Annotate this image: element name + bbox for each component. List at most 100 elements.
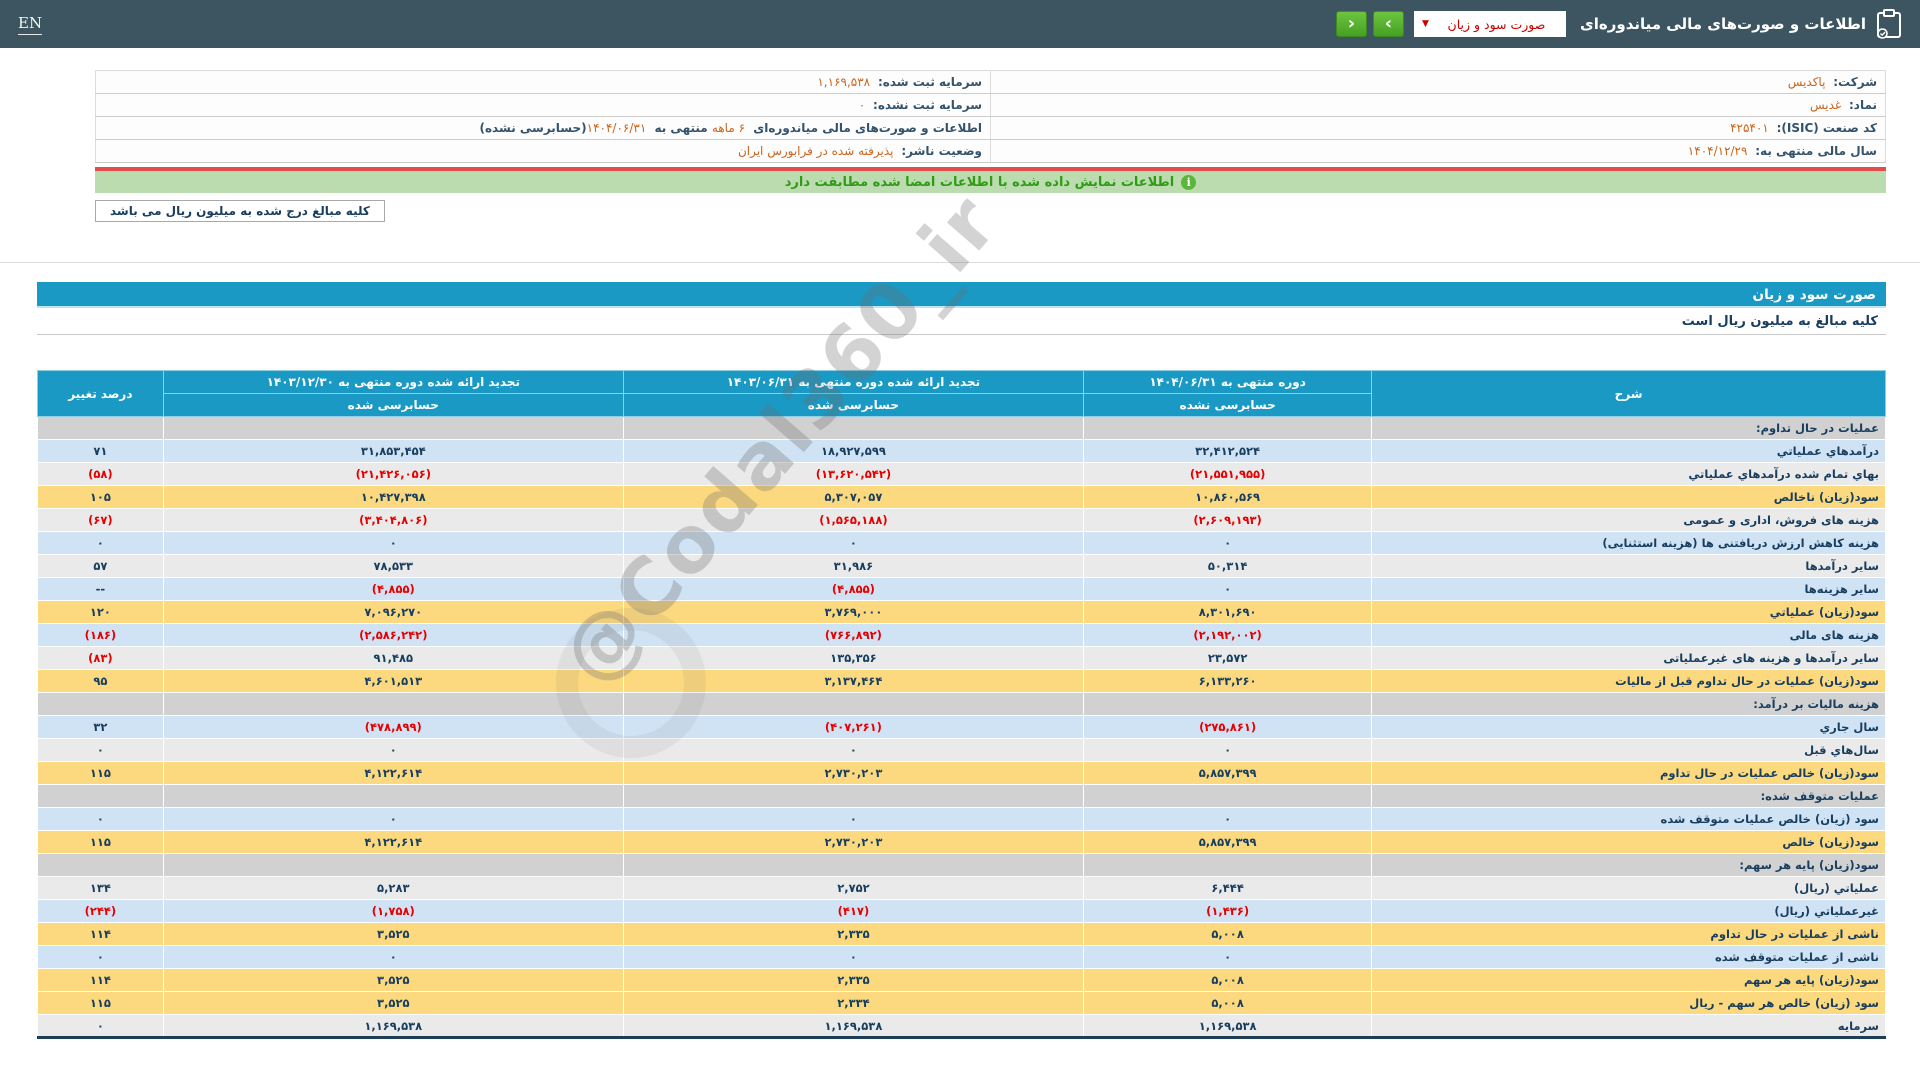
row-value: (۲۷۵,۸۶۱): [1083, 716, 1371, 739]
unregistered-capital-label: سرمایه ثبت نشده:: [873, 98, 982, 112]
page: اطلاعات و صورت‌های مالی میاندوره‌ای صورت…: [0, 0, 1920, 1080]
row-percent: ۰: [38, 946, 164, 969]
statement-unit-note: کلیه مبالغ به میلیون ریال است: [37, 308, 1886, 335]
table-row: سال مالی منتهی به: ۱۴۰۴/۱۲/۲۹ وضعیت ناشر…: [96, 140, 1886, 163]
subheader-audited-1: حسابرسی شده: [623, 394, 1083, 417]
row-label: سرمایه: [1372, 1015, 1886, 1038]
header-percent-change: درصد تغییر: [38, 371, 164, 417]
row-percent: ۱۱۵: [38, 992, 164, 1015]
row-value: ۰: [163, 739, 623, 762]
table-row: کد صنعت (ISIC): ۴۲۵۴۰۱ اطلاعات و صورت‌ها…: [96, 117, 1886, 140]
top-header-bar: اطلاعات و صورت‌های مالی میاندوره‌ای صورت…: [0, 0, 1920, 48]
row-value: (۲,۱۹۲,۰۰۲): [1083, 624, 1371, 647]
row-value: [163, 854, 623, 877]
fiscal-year-label: سال مالی منتهی به:: [1755, 144, 1877, 158]
section-divider: [0, 262, 1920, 263]
row-value: ۱۰,۴۲۷,۳۹۸: [163, 486, 623, 509]
row-value: (۴,۸۵۵): [623, 578, 1083, 601]
table-row: ناشی از عملیات متوقف شده۰۰۰۰: [38, 946, 1886, 969]
row-value: [623, 854, 1083, 877]
row-value: ۳۲,۴۱۲,۵۲۴: [1083, 440, 1371, 463]
row-label: عملیات در حال تداوم:: [1372, 417, 1886, 440]
row-percent: ۰: [38, 808, 164, 831]
header-current-period: دوره منتهی به ۱۴۰۴/۰۶/۳۱: [1083, 371, 1371, 394]
row-label: هزینه کاهش ارزش دریافتنی ها (هزینه استثن…: [1372, 532, 1886, 555]
period-date: ۱۴۰۴/۰۶/۳۱: [587, 121, 651, 135]
issuer-status-label: وضعیت ناشر:: [901, 144, 982, 158]
row-percent: ۳۲: [38, 716, 164, 739]
row-value: ۵,۳۰۷,۰۵۷: [623, 486, 1083, 509]
registered-capital-cell: سرمایه ثبت شده: ۱,۱۶۹,۵۳۸: [96, 71, 991, 94]
row-value: ۰: [1083, 532, 1371, 555]
registered-capital-value: ۱,۱۶۹,۵۳۸: [817, 75, 874, 89]
period-suffix: (حسابرسی نشده): [479, 121, 586, 135]
row-value: ۴,۱۲۲,۶۱۴: [163, 831, 623, 854]
row-percent: (۶۷): [38, 509, 164, 532]
symbol-value: غدیس: [1810, 98, 1845, 112]
row-percent: (۱۸۶): [38, 624, 164, 647]
row-value: ۵,۸۵۷,۳۹۹: [1083, 762, 1371, 785]
company-label: شرکت:: [1833, 75, 1877, 89]
row-label: سود(زيان) عملياتي: [1372, 601, 1886, 624]
company-cell: شرکت: پاکدیس: [991, 71, 1886, 94]
table-row: سال جاري(۲۷۵,۸۶۱)(۴۰۷,۲۶۱)(۴۷۸,۸۹۹)۳۲: [38, 716, 1886, 739]
symbol-cell: نماد: غدیس: [991, 94, 1886, 117]
row-label: سایر درآمدها: [1372, 555, 1886, 578]
row-value: ۱۸,۹۲۷,۵۹۹: [623, 440, 1083, 463]
row-value: ۰: [1083, 946, 1371, 969]
fiscal-year-cell: سال مالی منتهی به: ۱۴۰۴/۱۲/۲۹: [991, 140, 1886, 163]
row-value: ۲,۷۵۲: [623, 877, 1083, 900]
row-value: ۲,۷۳۰,۲۰۳: [623, 762, 1083, 785]
row-value: ۲۳,۵۷۲: [1083, 647, 1371, 670]
table-row: نماد: غدیس سرمایه ثبت نشده: ۰: [96, 94, 1886, 117]
row-value: ۰: [163, 946, 623, 969]
row-label: سود(زیان) خالص: [1372, 831, 1886, 854]
header-description: شرح: [1372, 371, 1886, 417]
row-value: [1083, 693, 1371, 716]
row-percent: ۱۰۵: [38, 486, 164, 509]
row-label: هزينه ماليات بر درآمد:: [1372, 693, 1886, 716]
row-value: ۱۰,۸۶۰,۵۶۹: [1083, 486, 1371, 509]
table-row: سود(زيان) عملياتي۸,۳۰۱,۶۹۰۳,۷۶۹,۰۰۰۷,۰۹۶…: [38, 601, 1886, 624]
row-value: (۴,۸۵۵): [163, 578, 623, 601]
row-label: سود(زیان) پایه هر سهم:: [1372, 854, 1886, 877]
row-label: سود(زیان) پایه هر سهم: [1372, 969, 1886, 992]
table-row: سود (زیان) خالص عملیات متوقف شده۰۰۰۰: [38, 808, 1886, 831]
row-value: ۲,۷۳۰,۲۰۳: [623, 831, 1083, 854]
row-label: غيرعملياتي (ريال): [1372, 900, 1886, 923]
next-statement-button[interactable]: ›: [1373, 11, 1404, 37]
row-value: ۵۰,۳۱۴: [1083, 555, 1371, 578]
table-header: شرح دوره منتهی به ۱۴۰۴/۰۶/۳۱ تجدید ارائه…: [38, 371, 1886, 417]
row-percent: [38, 693, 164, 716]
row-percent: ۱۱۴: [38, 969, 164, 992]
subheader-unaudited: حسابرسی نشده: [1083, 394, 1371, 417]
row-percent: ۵۷: [38, 555, 164, 578]
row-percent: (۵۸): [38, 463, 164, 486]
table-row: عملياتي (ريال)۶,۴۴۴۲,۷۵۲۵,۲۸۳۱۳۴: [38, 877, 1886, 900]
row-label: سایر درآمدها و هزینه های غیرعملیاتی: [1372, 647, 1886, 670]
row-percent: --: [38, 578, 164, 601]
table-row: سرمایه۱,۱۶۹,۵۳۸۱,۱۶۹,۵۳۸۱,۱۶۹,۵۳۸۰: [38, 1015, 1886, 1038]
row-value: (۲۱,۵۵۱,۹۵۵): [1083, 463, 1371, 486]
english-language-link[interactable]: EN: [18, 14, 42, 35]
row-label: سایر هزینه‌ها: [1372, 578, 1886, 601]
income-statement-table: شرح دوره منتهی به ۱۴۰۴/۰۶/۳۱ تجدید ارائه…: [37, 370, 1886, 1039]
row-value: (۱,۷۵۸): [163, 900, 623, 923]
row-value: ۵,۲۸۳: [163, 877, 623, 900]
row-label: عملیات متوقف شده:: [1372, 785, 1886, 808]
unregistered-capital-value: ۰: [859, 98, 869, 112]
section-header-row: عملیات در حال تداوم:: [38, 417, 1886, 440]
row-value: ۰: [163, 808, 623, 831]
row-value: ۰: [623, 808, 1083, 831]
row-value: ۵,۸۵۷,۳۹۹: [1083, 831, 1371, 854]
prev-statement-button[interactable]: ‹: [1336, 11, 1367, 37]
row-value: ۸,۳۰۱,۶۹۰: [1083, 601, 1371, 624]
income-table-body: عملیات در حال تداوم:درآمدهاي عملياتي۳۲,۴…: [38, 417, 1886, 1038]
row-value: ۲,۳۳۵: [623, 923, 1083, 946]
row-value: ۱,۱۶۹,۵۳۸: [1083, 1015, 1371, 1038]
row-value: ۳,۱۳۷,۴۶۴: [623, 670, 1083, 693]
row-value: ۳۱,۹۸۶: [623, 555, 1083, 578]
row-value: ۳,۵۲۵: [163, 969, 623, 992]
row-percent: ۱۱۴: [38, 923, 164, 946]
statement-dropdown[interactable]: صورت سود و زیان ▼: [1414, 11, 1566, 37]
